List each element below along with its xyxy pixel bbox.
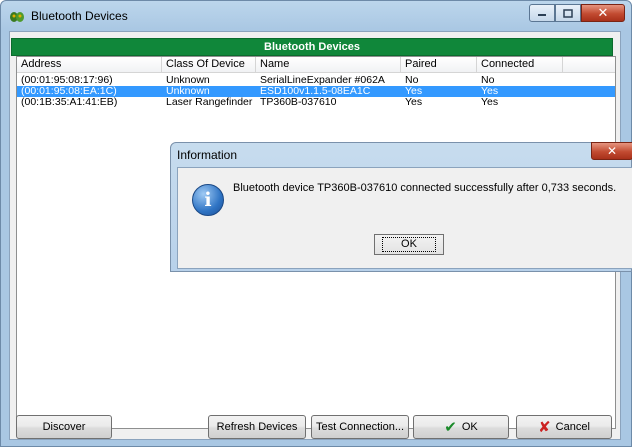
dialog-title: Information [177,148,238,162]
dialog-message: Bluetooth device TP360B-037610 connected… [233,182,617,194]
close-button[interactable]: ✕ [581,4,625,22]
ok-button-label: OK [461,421,478,433]
ok-button[interactable]: ✔ OK [413,415,509,439]
bluetooth-devices-app-icon [10,12,24,22]
cell-connected: Yes [481,96,499,108]
banner-title: Bluetooth Devices [11,38,613,56]
list-header: Address Class Of Device Name Paired Conn… [17,57,615,73]
cell-address: (00:1B:35:A1:41:EB) [21,96,118,108]
information-dialog: Information ✕ i Bluetooth device TP360B-… [170,142,632,272]
cell-paired: Yes [405,96,423,108]
dialog-ok-button[interactable]: OK [374,234,444,255]
refresh-devices-button[interactable]: Refresh Devices [208,415,306,439]
cell-class: Laser Rangefinder [166,96,253,108]
test-connection-button[interactable]: Test Connection... [311,415,409,439]
column-header-address[interactable]: Address [17,57,162,72]
information-icon: i [192,184,224,216]
close-icon: ✕ [597,5,609,21]
discover-button[interactable]: Discover [16,415,112,439]
dialog-ok-label: OK [382,237,436,252]
column-header-paired[interactable]: Paired [401,57,477,72]
dialog-body: i Bluetooth device TP360B-037610 connect… [177,167,632,269]
maximize-button[interactable] [555,4,581,22]
dialog-close-button[interactable]: ✕ [591,142,632,160]
column-header-class[interactable]: Class Of Device [162,57,256,72]
cell-name: TP360B-037610 [260,96,337,108]
table-row[interactable]: (00:1B:35:A1:41:EB) Laser Rangefinder TP… [17,97,615,108]
window-title: Bluetooth Devices [31,9,128,23]
close-icon: ✕ [606,144,618,158]
x-icon: ✘ [538,418,551,436]
minimize-button[interactable] [529,4,555,22]
caption-buttons: ✕ [529,4,625,22]
cancel-button-label: Cancel [555,421,590,433]
title-bar[interactable]: Bluetooth Devices ✕ [1,1,631,31]
column-header-name[interactable]: Name [256,57,401,72]
cancel-button[interactable]: ✘ Cancel [516,415,612,439]
check-icon: ✔ [444,418,457,436]
column-header-connected[interactable]: Connected [477,57,563,72]
maximize-icon [563,8,573,18]
minimize-icon [538,14,546,16]
